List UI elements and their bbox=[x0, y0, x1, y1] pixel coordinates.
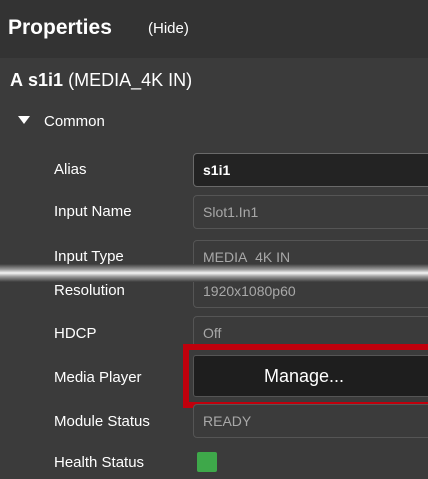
hdcp-field: Off bbox=[193, 316, 428, 350]
input-type-field: MEDIA_4K IN bbox=[193, 240, 428, 274]
properties-header: Properties (Hide) bbox=[0, 0, 428, 58]
section-label: Common bbox=[44, 113, 105, 130]
module-status-field: READY bbox=[193, 404, 428, 438]
resolution-label: Resolution bbox=[54, 282, 125, 299]
alias-field[interactable]: s1i1 bbox=[193, 153, 428, 187]
input-type-label: Input Type bbox=[54, 248, 124, 265]
input-name-field: Slot1.In1 bbox=[193, 195, 428, 229]
object-prefix: A bbox=[10, 70, 23, 90]
resolution-field: 1920x1080p60 bbox=[193, 274, 428, 308]
module-status-label: Module Status bbox=[54, 413, 150, 430]
object-type: (MEDIA_4K IN) bbox=[68, 70, 193, 90]
panel-title: Properties bbox=[8, 16, 112, 39]
common-section-toggle[interactable]: Common bbox=[18, 111, 105, 133]
input-name-label: Input Name bbox=[54, 203, 132, 220]
manage-media-player-button[interactable]: Manage... bbox=[193, 355, 428, 397]
alias-label: Alias bbox=[54, 161, 87, 178]
media-player-label: Media Player bbox=[54, 369, 142, 386]
health-status-label: Health Status bbox=[54, 454, 145, 471]
object-name: s1i1 bbox=[28, 70, 64, 90]
hide-link[interactable]: (Hide) bbox=[148, 18, 189, 40]
health-status-indicator bbox=[197, 452, 217, 472]
properties-panel: Properties (Hide) A s1i1 (MEDIA_4K IN) C… bbox=[0, 0, 428, 479]
object-title: A s1i1 (MEDIA_4K IN) bbox=[10, 67, 192, 93]
hdcp-label: HDCP bbox=[54, 325, 97, 342]
caret-down-icon bbox=[18, 116, 30, 125]
